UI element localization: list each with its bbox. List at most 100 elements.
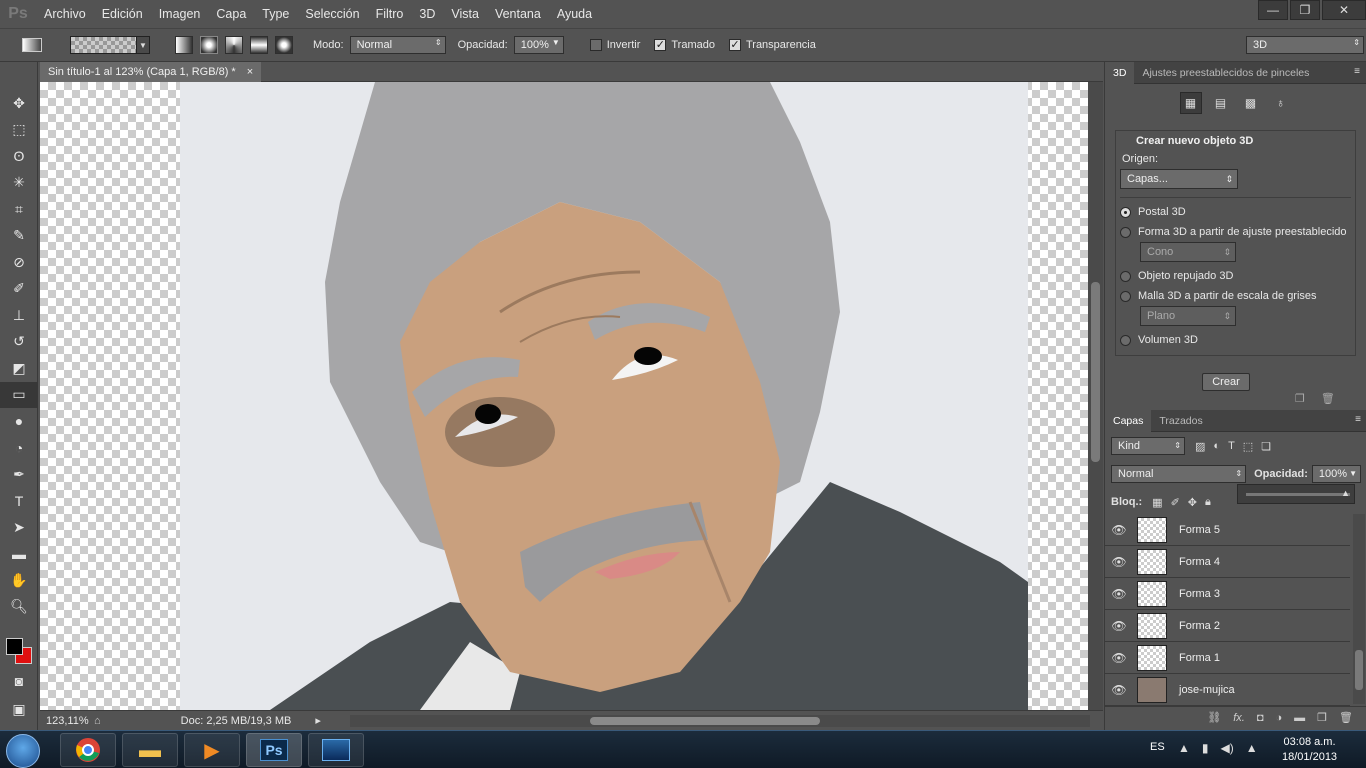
lasso-tool-icon[interactable]: ʘ [0, 143, 38, 170]
tab-3d[interactable]: 3D [1105, 61, 1135, 84]
signal-icon[interactable]: ▮ [1202, 741, 1209, 755]
menu-ventana[interactable]: Ventana [487, 0, 549, 28]
chevron-down-icon[interactable]: ▼ [1349, 466, 1357, 482]
pen-tool-icon[interactable]: ✒ [0, 461, 38, 488]
transparency-checkbox[interactable]: ✓ Transparencia [728, 39, 816, 51]
radio-icon[interactable] [1120, 206, 1131, 218]
light-icon[interactable]: ♁ [1270, 92, 1292, 114]
language-indicator[interactable]: ES [1150, 741, 1165, 753]
invert-checkbox[interactable]: Invertir [589, 39, 640, 51]
horizontal-scroll-thumb[interactable] [590, 717, 820, 725]
checkmark-icon[interactable]: ✓ [654, 39, 667, 51]
layer-row[interactable]: 👁︎ Forma 5 [1105, 514, 1350, 546]
path-select-tool-icon[interactable]: ➤ [0, 514, 38, 541]
history-brush-tool-icon[interactable]: ↺ [0, 329, 38, 356]
layers-scroll-thumb[interactable] [1355, 650, 1363, 690]
gradient-tool-preset-icon[interactable] [22, 38, 42, 52]
canvas-area[interactable] [40, 82, 1088, 710]
dither-checkbox[interactable]: ✓ Tramado [654, 39, 715, 51]
close-icon[interactable]: × [247, 66, 253, 78]
eye-icon[interactable]: 👁︎ [1105, 619, 1133, 633]
lock-transparent-icon[interactable]: ▦ [1152, 496, 1162, 509]
blur-tool-icon[interactable]: ● [0, 408, 38, 435]
volume-icon[interactable]: ◀) [1221, 741, 1234, 755]
opacity-slider[interactable]: ▲ [1237, 484, 1355, 504]
option-grayscale-mesh[interactable]: Malla 3D a partir de escala de grises [1120, 290, 1351, 302]
checkmark-icon[interactable]: ✓ [728, 39, 741, 51]
mask-icon[interactable]: ◘ [1257, 712, 1264, 724]
menu-capa[interactable]: Capa [208, 0, 254, 28]
mode-select[interactable]: Normal ⇕ [349, 36, 446, 54]
healing-tool-icon[interactable]: ⊘ [0, 249, 38, 276]
chevron-up-icon[interactable]: ▲ [1178, 741, 1190, 755]
mesh-icon[interactable]: ▤ [1210, 92, 1232, 114]
zoom-level[interactable]: 123,11% [40, 715, 90, 727]
lock-all-icon[interactable]: 🔒︎ [1205, 496, 1211, 509]
kind-select[interactable]: Kind ⇕ [1111, 437, 1185, 455]
adjustment-icon[interactable]: ◑ [1276, 712, 1283, 724]
tab-paths[interactable]: Trazados [1151, 410, 1210, 432]
option-extrusion[interactable]: Objeto repujado 3D [1120, 270, 1351, 282]
new-layer-icon[interactable]: ❐ [1317, 711, 1327, 724]
eyedropper-tool-icon[interactable]: ✎ [0, 223, 38, 250]
smart-object-filter-icon[interactable]: ❏ [1261, 440, 1271, 453]
menu-archivo[interactable]: Archivo [36, 0, 94, 28]
layer-opacity-field[interactable]: 100% ▼ [1311, 465, 1361, 483]
arrow-right-icon[interactable]: ▸ [315, 714, 321, 727]
eraser-tool-icon[interactable]: ◩ [0, 355, 38, 382]
preset-select[interactable]: Cono ⇕ [1140, 242, 1236, 262]
document-tab[interactable]: Sin título-1 al 123% (Capa 1, RGB/8) * × [40, 62, 262, 82]
menu-filtro[interactable]: Filtro [368, 0, 412, 28]
eye-icon[interactable]: 👁︎ [1105, 683, 1133, 697]
quick-mask-icon[interactable]: ◙ [0, 668, 38, 695]
chevron-down-icon[interactable]: ▼ [136, 36, 150, 54]
panel-menu-icon[interactable]: ≡ [1354, 66, 1360, 77]
layer-row[interactable]: 👁︎ Forma 1 [1105, 642, 1350, 674]
type-filter-icon[interactable]: T [1228, 440, 1235, 453]
info-icon[interactable]: ⌂ [94, 715, 101, 727]
tab-brush-presets[interactable]: Ajustes preestablecidos de pinceles [1134, 62, 1317, 84]
gradient-picker[interactable]: ▼ [70, 36, 150, 54]
menu-type[interactable]: Type [254, 0, 297, 28]
origin-select[interactable]: Capas... ⇕ [1120, 169, 1238, 189]
radio-icon[interactable] [1120, 226, 1131, 238]
lock-paint-icon[interactable]: ✐ [1171, 496, 1180, 509]
tab-layers[interactable]: Capas [1105, 409, 1152, 432]
eye-icon[interactable]: 👁︎ [1105, 555, 1133, 569]
shape-tool-icon[interactable]: ▬ [0, 541, 38, 568]
game-taskbar-icon[interactable] [308, 733, 364, 767]
menu-vista[interactable]: Vista [443, 0, 487, 28]
doc-size-info[interactable]: Doc: 2,25 MB/19,3 MB [181, 715, 292, 727]
lock-move-icon[interactable]: ✥ [1188, 496, 1197, 509]
menu-3d[interactable]: 3D [411, 0, 443, 28]
option-volume-3d[interactable]: Volumen 3D [1120, 334, 1351, 346]
menu-ayuda[interactable]: Ayuda [549, 0, 600, 28]
chrome-taskbar-icon[interactable] [60, 733, 116, 767]
crop-tool-icon[interactable]: ⌗ [0, 196, 38, 223]
foreground-color-swatch[interactable] [6, 638, 23, 655]
trash-icon[interactable]: 🗑︎ [1339, 711, 1353, 724]
trash-icon[interactable]: 🗑︎ [1321, 392, 1335, 405]
minimize-button[interactable]: — [1258, 0, 1288, 20]
eye-icon[interactable]: 👁︎ [1105, 587, 1133, 601]
image-filter-icon[interactable]: ▨ [1195, 440, 1205, 453]
eye-icon[interactable]: 👁︎ [1105, 651, 1133, 665]
linear-gradient-button[interactable] [175, 36, 193, 54]
media-player-taskbar-icon[interactable]: ▶ [184, 733, 240, 767]
scene-icon[interactable]: ▦ [1179, 92, 1202, 114]
mesh-select[interactable]: Plano ⇕ [1140, 306, 1236, 326]
layer-row[interactable]: 👁︎ Forma 4 [1105, 546, 1350, 578]
reflected-gradient-button[interactable] [250, 36, 268, 54]
photoshop-taskbar-icon[interactable]: Ps [246, 733, 302, 767]
shape-filter-icon[interactable]: ⬚ [1243, 440, 1253, 453]
layer-row[interactable]: 👁︎ jose-mujica [1105, 674, 1350, 706]
checkbox-icon[interactable] [589, 39, 602, 51]
radio-icon[interactable] [1120, 270, 1131, 282]
layers-scrollbar[interactable] [1353, 514, 1365, 704]
move-tool-icon[interactable]: ✥ [0, 90, 38, 117]
layer-row[interactable]: 👁︎ Forma 3 [1105, 578, 1350, 610]
gradient-tool-icon[interactable]: ▭ [0, 381, 38, 408]
drive-icon[interactable]: ▲ [1246, 741, 1258, 755]
option-preset-shape[interactable]: Forma 3D a partir de ajuste preestableci… [1120, 226, 1351, 238]
screen-mode-icon[interactable]: ▣ [0, 696, 38, 723]
